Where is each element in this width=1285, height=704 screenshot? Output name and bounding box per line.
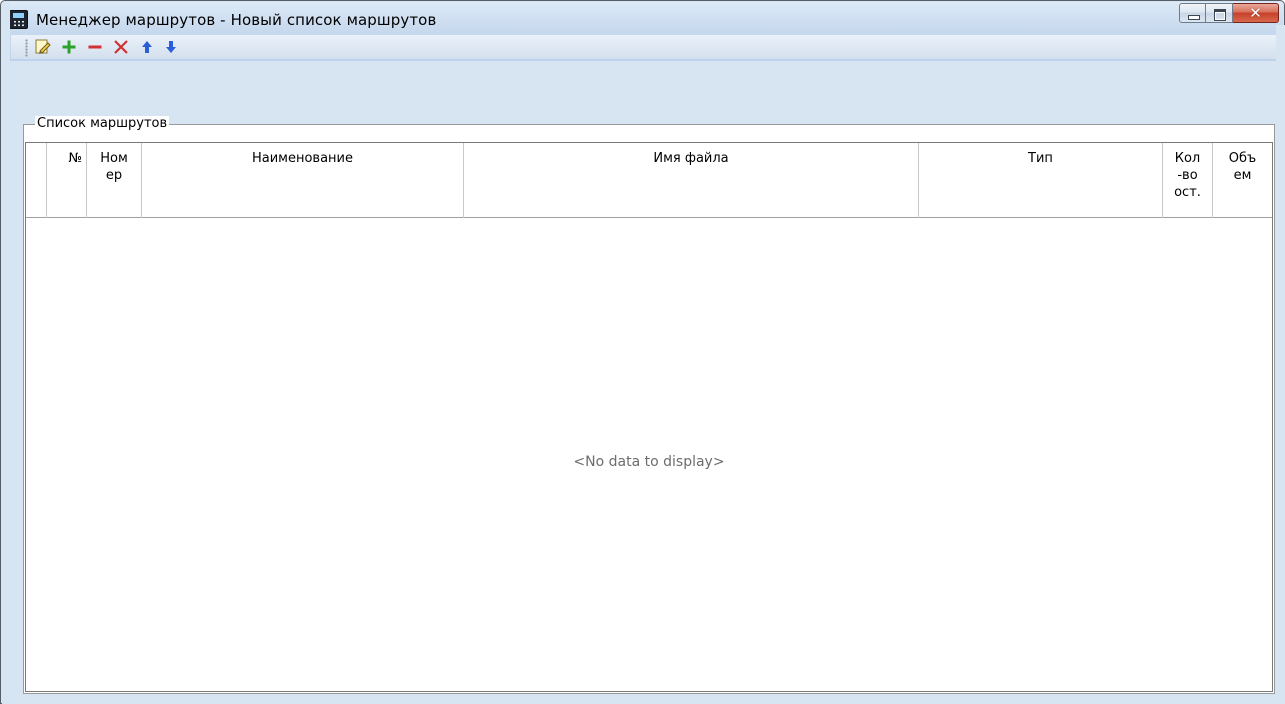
cross-icon xyxy=(114,40,128,54)
move-down-button[interactable] xyxy=(161,37,181,57)
plus-icon xyxy=(62,40,76,54)
calculator-icon xyxy=(9,10,28,29)
toolbar xyxy=(11,35,1276,105)
column-header-stops[interactable]: Кол-во ост. xyxy=(1163,143,1213,218)
window-controls: ✕ xyxy=(1179,3,1279,25)
arrow-up-icon xyxy=(142,41,152,53)
window-frame-left xyxy=(2,2,10,704)
column-header-type-label: Тип xyxy=(1028,151,1053,166)
column-header-nomer[interactable]: Номер xyxy=(87,143,142,218)
delete-button[interactable] xyxy=(111,37,131,57)
move-up-button[interactable] xyxy=(137,37,157,57)
column-header-num[interactable]: № xyxy=(47,143,87,218)
arrow-down-icon xyxy=(166,41,176,53)
empty-grid-message: <No data to display> xyxy=(573,454,725,470)
close-button[interactable]: ✕ xyxy=(1233,3,1279,23)
window-title: Менеджер маршрутов - Новый список маршру… xyxy=(36,11,437,29)
routes-grid[interactable]: № Номер Наименование Имя файла Тип Кол-в… xyxy=(25,142,1273,692)
row-indicator-header xyxy=(26,143,47,218)
column-header-nomer-label: Номер xyxy=(100,151,128,183)
window-frame-bottom xyxy=(10,695,1285,704)
add-button[interactable] xyxy=(59,37,79,57)
column-header-volume-label: Объем xyxy=(1228,151,1257,183)
window-frame-right xyxy=(1276,25,1285,704)
minus-icon xyxy=(88,45,102,49)
column-header-volume[interactable]: Объем xyxy=(1213,143,1272,218)
column-header-stops-label: Кол-во ост. xyxy=(1174,151,1201,200)
toolbar-strip xyxy=(11,35,1276,59)
edit-icon xyxy=(35,39,51,54)
column-header-name[interactable]: Наименование xyxy=(142,143,464,218)
minimize-button[interactable] xyxy=(1179,3,1206,23)
column-header-name-label: Наименование xyxy=(251,151,354,166)
column-header-type[interactable]: Тип xyxy=(919,143,1163,218)
remove-button[interactable] xyxy=(85,37,105,57)
routes-group-label: Список маршрутов xyxy=(35,116,170,131)
edit-button[interactable] xyxy=(33,37,53,57)
toolbar-grip[interactable] xyxy=(25,39,28,57)
column-header-file-label: Имя файла xyxy=(653,151,729,166)
column-header-num-label: № xyxy=(68,151,82,166)
grid-header: № Номер Наименование Имя файла Тип Кол-в… xyxy=(26,143,1272,218)
maximize-button[interactable] xyxy=(1206,3,1233,23)
close-icon: ✕ xyxy=(1249,4,1262,22)
column-header-file[interactable]: Имя файла xyxy=(464,143,919,218)
